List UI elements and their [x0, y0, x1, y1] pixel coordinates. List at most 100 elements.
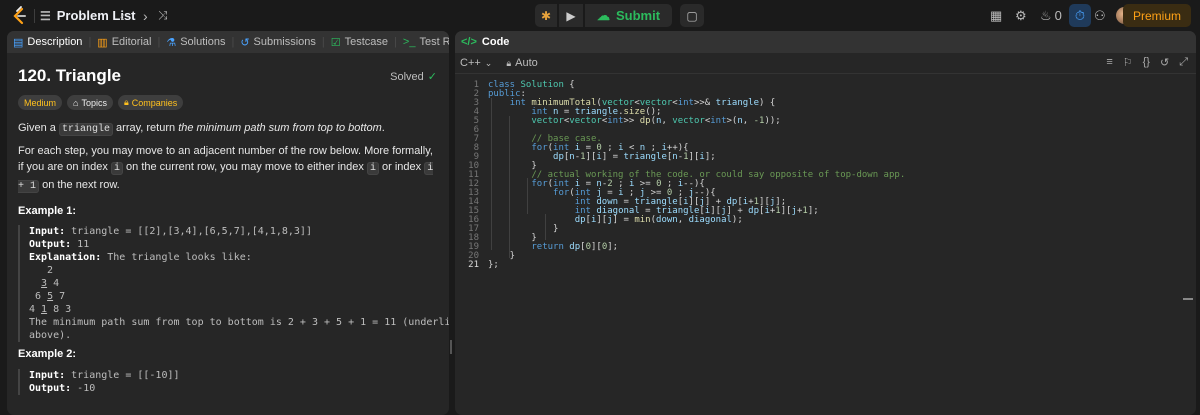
tag-chips: Medium ⌂ Topics 🔒︎ Companies [18, 95, 184, 110]
solved-status: Solved ✓ [390, 70, 437, 84]
text: on the current row, you may move to eith… [122, 161, 367, 173]
format-icon[interactable]: ≡ [1106, 56, 1112, 69]
premium-label: Premium [1132, 8, 1181, 23]
premium-button[interactable]: Premium [1122, 4, 1191, 27]
description-paragraph-2: For each step, you may move to an adjace… [18, 143, 438, 195]
tab-testcase[interactable]: ☑ Testcase [325, 36, 394, 49]
notes-button[interactable]: ▢ [680, 4, 705, 27]
layout-icon[interactable]: ▦ [990, 8, 1002, 24]
label: Input: [29, 370, 66, 381]
value: 11 [71, 239, 90, 250]
solved-label: Solved [390, 70, 424, 83]
debug-button[interactable]: ✱ [535, 4, 557, 27]
example-2-heading: Example 2: [18, 348, 77, 360]
chevron-down-icon: ⌄ [484, 57, 493, 68]
code-editor[interactable]: 1 2 3 4 5 6 7 8 9 10 11 12 13 14 15 16 17 18 19 20 21 class … [455, 74, 1196, 415]
tab-solutions-label: Solutions [180, 36, 226, 48]
history-icon: ↺ [240, 36, 250, 49]
tab-code[interactable]: </> Code [455, 31, 1196, 53]
run-button[interactable]: ▶ [559, 4, 583, 27]
inline-code: triangle [58, 123, 113, 136]
triangle-row: 6 [29, 291, 48, 302]
submit-label: Submit [616, 8, 661, 23]
inline-code: i [366, 162, 379, 175]
description-paragraph-1: Given a triangle array, return the minim… [18, 120, 438, 138]
emphasis-text: the minimum path sum from top to bottom [178, 122, 382, 134]
braces-icon[interactable]: {} [1143, 56, 1150, 69]
explanation-text: above). [29, 330, 72, 341]
auto-label: Auto [515, 57, 538, 69]
expand-icon[interactable]: ⤢ [1179, 56, 1188, 69]
problem-title[interactable]: 120. Triangle [18, 66, 121, 86]
check-circle-icon: ✓ [427, 71, 437, 83]
value: triangle = [[2],[3,4],[6,5,7],[4,1,8,3]] [65, 226, 312, 237]
prev-problem-icon[interactable]: ‹ [120, 8, 125, 24]
companies-chip[interactable]: 🔒︎ Companies [117, 95, 184, 110]
timer-icon[interactable]: ⏱ [1069, 4, 1091, 27]
editor-tools: ≡ ⚐ {} ↺ ⤢ [1106, 56, 1188, 69]
play-icon: ▶ [566, 8, 576, 23]
difficulty-label: Medium [24, 97, 57, 108]
settings-gear-icon[interactable]: ⚙ [1015, 8, 1027, 24]
tab-test-result[interactable]: >_ Test Result [397, 36, 449, 48]
triangle-row [29, 278, 41, 289]
tab-submissions[interactable]: ↺ Submissions [234, 36, 322, 49]
bookmark-icon[interactable]: ⚐ [1123, 56, 1133, 69]
line-number: 21 [468, 260, 479, 270]
example-1-block: Input: triangle = [[2],[3,4],[6,5,7],[4,… [18, 225, 449, 342]
top-bar: ☰ Problem List ‹ › ⤨ ✱ ▶ ☁ Submit ▢ ▦ ⚙ … [0, 0, 1200, 31]
code-line: vector<vector<int>> dp(n, vector<int>(n,… [531, 116, 781, 126]
list-icon: ☰ [40, 8, 51, 23]
text: . [381, 122, 385, 134]
flame-icon: ♨ [1040, 8, 1052, 23]
editor-toolbar: C++ ⌄ 🔒︎ Auto ≡ ⚐ {} ↺ ⤢ [455, 53, 1196, 74]
panel-resize-handle[interactable] [450, 340, 452, 354]
tab-solutions[interactable]: ⚗ Solutions [160, 36, 231, 49]
companies-label: Companies [131, 97, 178, 108]
label: Output: [29, 239, 72, 250]
tab-editorial[interactable]: ▥ Editorial [91, 36, 157, 49]
tab-editorial-label: Editorial [111, 36, 152, 48]
example-1-heading: Example 1: [18, 205, 77, 217]
divider [34, 9, 35, 23]
add-user-icon[interactable]: ⚇ [1094, 8, 1106, 24]
value: -10 [71, 383, 96, 394]
triangle-row: 8 3 [47, 304, 72, 315]
language-select[interactable]: C++ ⌄ [460, 57, 492, 69]
code-icon: </> [461, 36, 477, 48]
tab-submissions-label: Submissions [253, 36, 316, 48]
bug-icon: ✱ [540, 8, 552, 23]
leetcode-logo-icon[interactable] [10, 6, 28, 26]
terminal-icon: >_ [402, 36, 416, 48]
text: array, return [112, 122, 179, 134]
example-2-block: Input: triangle = [[-10]] Output: -10 [18, 369, 438, 395]
auto-mode[interactable]: 🔒︎ Auto [506, 57, 537, 69]
triangle-row: 7 [53, 291, 66, 302]
triangle-row: 4 [29, 304, 42, 315]
next-problem-icon[interactable]: › [143, 8, 148, 24]
label: Output: [29, 383, 72, 394]
difficulty-badge: Medium [18, 95, 63, 110]
tab-description[interactable]: ▤ Description [7, 36, 88, 49]
triangle-row: 4 [47, 278, 60, 289]
label: Explanation: [29, 252, 102, 263]
topics-chip[interactable]: ⌂ Topics [67, 95, 113, 110]
shuffle-icon[interactable]: ⤨ [158, 8, 168, 23]
label: Input: [29, 226, 66, 237]
book-icon: ▥ [97, 36, 108, 49]
tab-test-result-label: Test Result [419, 36, 449, 48]
document-icon: ▤ [13, 36, 24, 49]
explanation-text: The minimum path sum from top to bottom … [29, 317, 449, 328]
scrollbar-marker[interactable] [1183, 298, 1193, 300]
triangle-row: 2 [29, 265, 54, 276]
streak-counter[interactable]: ♨ 0 [1040, 8, 1062, 24]
code-line: }; [488, 260, 499, 270]
inline-code: i [110, 162, 123, 175]
topics-label: Topics [81, 97, 107, 108]
value: The triangle looks like: [101, 252, 252, 263]
submit-button[interactable]: ☁ Submit [585, 4, 673, 27]
language-label: C++ [460, 57, 481, 69]
streak-count: 0 [1054, 8, 1062, 23]
reset-icon[interactable]: ↺ [1160, 56, 1169, 69]
tab-description-label: Description [27, 36, 83, 48]
